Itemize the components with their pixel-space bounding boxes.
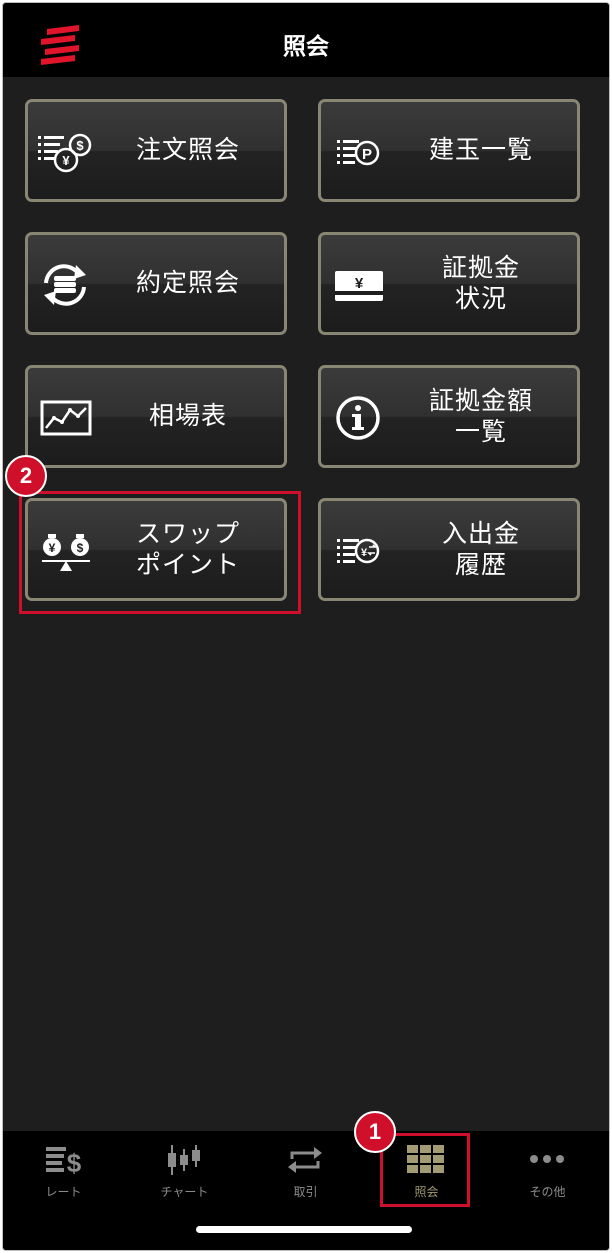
tab-label: 取引 [293, 1185, 318, 1199]
swap-tile-highlight [19, 491, 301, 614]
tab-label: レート [45, 1185, 82, 1199]
tab-label: チャート [160, 1185, 209, 1199]
tile-label: 証拠金額 一覧 [428, 386, 533, 446]
tab-trade[interactable]: 取引 [245, 1131, 366, 1211]
callout-badge-1: 1 [354, 1111, 396, 1153]
app-screen: 照会 ¥ $ 注文照会 P 建玉一覧 約定照会 ¥ 証拠金 状況 相場表 証拠金… [2, 2, 610, 1251]
tile-label: 約定照会 [135, 269, 240, 297]
tile-execution-inquiry[interactable]: 約定照会 [25, 232, 287, 335]
yen-card-icon: ¥ [335, 271, 383, 301]
more-dots-icon [530, 1155, 564, 1163]
coin-cycle-icon [44, 264, 86, 306]
exchange-arrows-icon [288, 1147, 322, 1173]
header-bar: 照会 [3, 3, 609, 77]
tile-positions-list[interactable]: P 建玉一覧 [318, 99, 580, 202]
tile-label: 相場表 [148, 402, 227, 430]
tile-margin-status[interactable]: ¥ 証拠金 状況 [318, 232, 580, 335]
line-chart-icon [40, 400, 92, 436]
home-indicator[interactable] [196, 1226, 412, 1233]
page-title: 照会 [283, 33, 329, 59]
tile-market-table[interactable]: 相場表 [25, 365, 287, 468]
tile-margin-amount-list[interactable]: 証拠金額 一覧 [318, 365, 580, 468]
tile-label: 入出金 履歴 [441, 519, 520, 579]
tab-rate[interactable]: $ レート [3, 1131, 124, 1211]
tile-label: 証拠金 状況 [441, 253, 520, 313]
rate-list-icon: $ [46, 1147, 82, 1178]
svg-text:¥: ¥ [62, 153, 70, 168]
info-icon [336, 396, 380, 440]
tab-other[interactable]: その他 [487, 1131, 608, 1211]
callout-badge-2: 2 [5, 455, 47, 497]
svg-text:$: $ [67, 1148, 82, 1178]
svg-text:¥: ¥ [361, 547, 368, 559]
tab-label: その他 [529, 1185, 566, 1199]
tile-deposit-withdrawal-history[interactable]: ¥ 入出金 履歴 [318, 498, 580, 601]
svg-text:P: P [362, 146, 372, 163]
tile-label: 注文照会 [135, 136, 240, 164]
tile-label: 建玉一覧 [428, 136, 533, 164]
order-list-yen-dollar-icon: ¥ $ [38, 133, 92, 173]
tile-order-inquiry[interactable]: ¥ $ 注文照会 [25, 99, 287, 202]
tab-chart[interactable]: チャート [124, 1131, 245, 1211]
inquiry-tab-highlight [380, 1133, 470, 1207]
svg-text:$: $ [76, 138, 84, 153]
transfer-list-icon: ¥ [337, 538, 380, 564]
candlestick-icon [168, 1145, 200, 1175]
svg-text:¥: ¥ [355, 275, 364, 292]
position-list-p-icon: P [337, 140, 380, 166]
